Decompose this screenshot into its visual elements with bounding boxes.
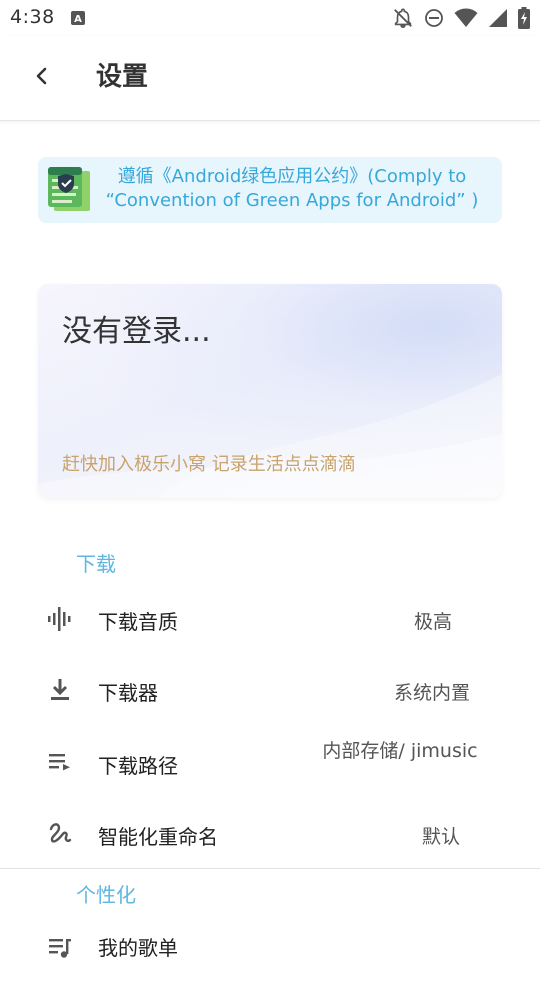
page-title: 设置 (96, 62, 149, 92)
setting-row-download-path[interactable]: 下载路径 内部存储/ jimusic (0, 726, 540, 796)
battery-charging-icon (518, 7, 530, 29)
chevron-left-icon (33, 66, 51, 90)
playlist-music-icon (44, 932, 76, 964)
row-label: 下载路径 (98, 754, 178, 778)
setting-row-my-playlists[interactable]: 我的歌单 (0, 912, 540, 982)
login-title: 没有登录... (62, 314, 211, 349)
notifications-off-icon (392, 7, 414, 29)
back-button[interactable] (26, 62, 58, 94)
section-divider (0, 868, 540, 869)
row-value: 极高 (413, 611, 452, 633)
squiggle-rename-icon (44, 817, 76, 849)
row-value: 默认 (421, 826, 460, 848)
row-label: 下载器 (98, 681, 158, 705)
a-notification-icon: A (71, 10, 85, 25)
banner-line-2: “Convention of Green Apps for Android” ) (105, 190, 479, 211)
row-label: 我的歌单 (98, 936, 178, 960)
row-label: 下载音质 (98, 610, 178, 634)
row-value: 内部存储/ jimusic (322, 740, 478, 762)
setting-row-downloader[interactable]: 下载器 系统内置 (0, 655, 540, 725)
login-card[interactable]: 没有登录... 赶快加入极乐小窝 记录生活点点滴滴 (38, 284, 502, 498)
setting-row-smart-rename[interactable]: 智能化重命名 默认 (0, 797, 540, 867)
signal-icon (488, 8, 508, 28)
green-apps-banner[interactable]: 遵循《Android绿色应用公约》(Comply to “Convention … (38, 157, 502, 223)
row-label: 智能化重命名 (98, 825, 218, 849)
row-value: 系统内置 (393, 682, 470, 704)
login-subtitle: 赶快加入极乐小窝 记录生活点点滴滴 (62, 454, 356, 475)
section-header-download: 下载 (76, 552, 116, 576)
do-not-disturb-icon (424, 8, 444, 28)
banner-line-1: 遵循《Android绿色应用公约》(Comply to (117, 166, 467, 187)
svg-text:A: A (74, 14, 82, 25)
section-header-personalization: 个性化 (76, 883, 136, 907)
status-time: 4:38 (10, 6, 55, 28)
playlist-path-icon (44, 746, 76, 778)
status-bar: 4:38 A (0, 0, 540, 36)
wifi-icon (454, 8, 478, 28)
setting-row-download-quality[interactable]: 下载音质 极高 (0, 584, 540, 654)
download-icon (44, 674, 76, 706)
audio-waveform-icon (44, 603, 76, 635)
green-apps-scroll-icon (46, 165, 92, 215)
app-bar: 设置 (0, 36, 540, 121)
